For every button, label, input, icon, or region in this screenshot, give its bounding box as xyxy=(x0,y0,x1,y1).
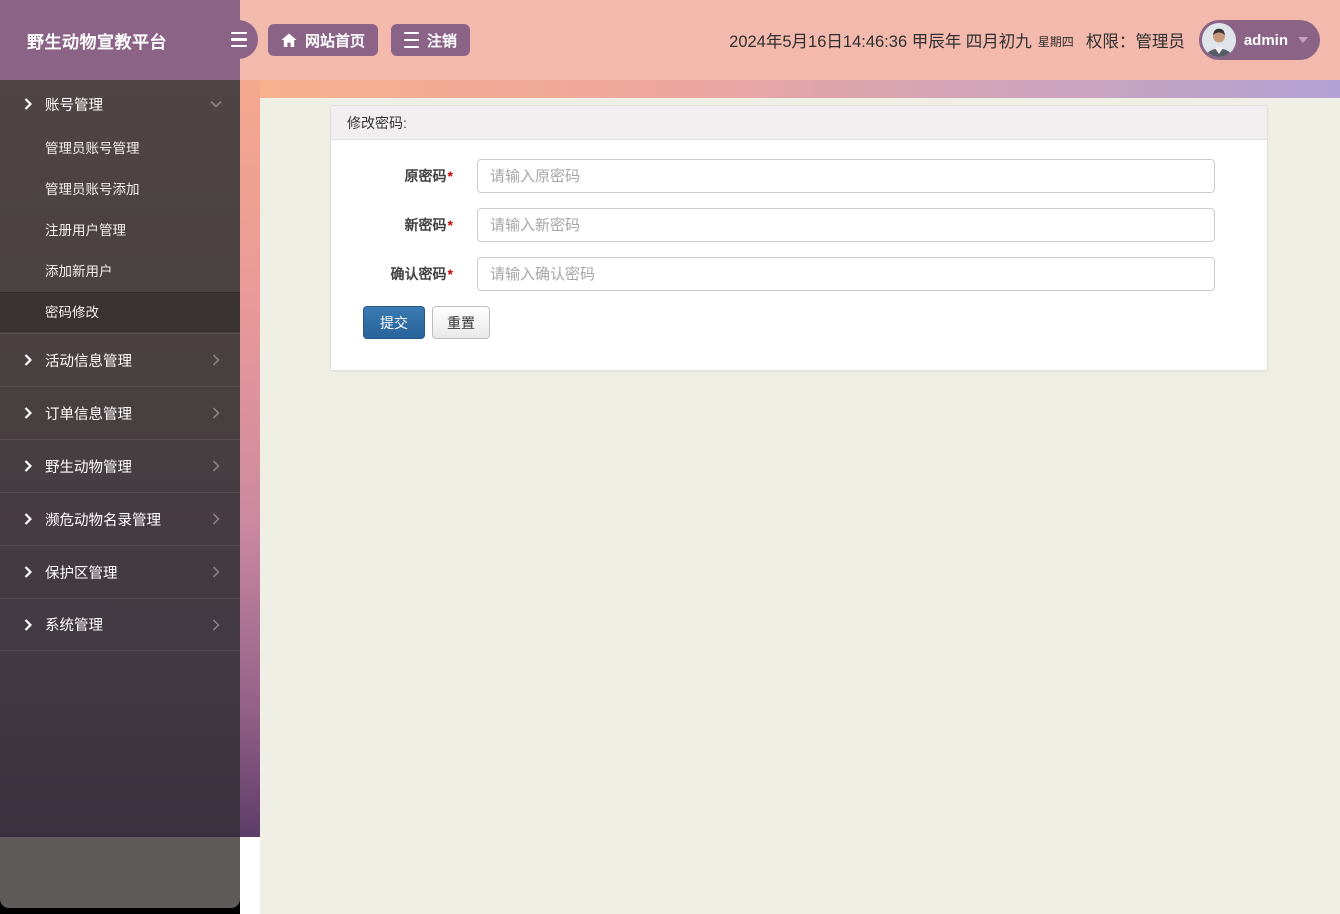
chevron-right-icon xyxy=(24,98,32,110)
sidebar-item-label: 野生动物管理 xyxy=(45,459,132,476)
chevron-right-icon xyxy=(24,354,32,366)
sidebar-item-add-new-user[interactable]: 添加新用户 xyxy=(0,251,240,292)
sidebar-logo-header: 野生动物宣教平台 xyxy=(0,0,240,80)
new-password-input[interactable] xyxy=(477,208,1215,242)
submit-button[interactable]: 提交 xyxy=(363,306,425,339)
sidebar-item-account-management[interactable]: 账号管理 xyxy=(0,80,240,128)
form-buttons: 提交 重置 xyxy=(363,306,1215,339)
account-submenu: 管理员账号管理 管理员账号添加 注册用户管理 添加新用户 密码修改 xyxy=(0,128,240,333)
sidebar-item-change-password[interactable]: 密码修改 xyxy=(0,292,240,333)
left-column-footer-gray xyxy=(0,837,240,908)
confirm-password-input[interactable] xyxy=(477,257,1215,291)
sidebar-item-order-info-management[interactable]: 订单信息管理 xyxy=(0,386,240,439)
list-icon xyxy=(404,30,420,50)
chevron-right-icon xyxy=(24,513,32,525)
old-password-label: 原密码* xyxy=(404,168,453,184)
screen: 网站首页 注销 2024年5月16日14:46:36 甲辰年 四月初九 星期四 … xyxy=(0,0,1340,914)
sidebar-item-reserve-management[interactable]: 保护区管理 xyxy=(0,545,240,598)
change-password-form: 原密码* 新密码* 确认密码* 提交 重置 xyxy=(331,140,1267,370)
chevron-right-icon xyxy=(24,618,32,631)
hamburger-icon xyxy=(230,29,247,49)
logout-button-label: 注销 xyxy=(427,32,458,50)
home-button[interactable]: 网站首页 xyxy=(268,24,379,56)
chevron-right-icon xyxy=(212,407,220,419)
home-icon xyxy=(281,33,297,48)
change-password-panel: 修改密码: 原密码* 新密码* 确认密码* 提交 重置 xyxy=(330,105,1268,371)
username-label: admin xyxy=(1243,31,1288,49)
required-asterisk: * xyxy=(447,168,453,184)
new-password-label: 新密码* xyxy=(404,217,453,233)
sidebar-item-label: 订单信息管理 xyxy=(45,406,132,423)
form-row: 原密码* xyxy=(347,159,1215,193)
home-button-label: 网站首页 xyxy=(305,32,366,50)
logout-button[interactable]: 注销 xyxy=(391,24,471,56)
form-row: 确认密码* xyxy=(347,257,1215,291)
top-navbar: 网站首页 注销 2024年5月16日14:46:36 甲辰年 四月初九 星期四 … xyxy=(240,0,1340,80)
weekday-text: 星期四 xyxy=(1037,34,1074,49)
sidebar-item-label: 保护区管理 xyxy=(45,565,118,582)
chevron-down-icon xyxy=(210,100,222,108)
chevron-right-icon xyxy=(212,354,220,366)
reset-button[interactable]: 重置 xyxy=(432,306,490,339)
header-right-area: 2024年5月16日14:46:36 甲辰年 四月初九 星期四 权限：管理员 a… xyxy=(729,20,1320,60)
chevron-right-icon xyxy=(24,566,32,578)
main-content: 修改密码: 原密码* 新密码* 确认密码* 提交 重置 xyxy=(260,98,1340,914)
sidebar-toggle-button[interactable] xyxy=(219,20,258,59)
chevron-right-icon xyxy=(212,513,220,525)
backdrop-gradient-top-strip xyxy=(260,80,1340,98)
chevron-right-icon xyxy=(212,566,220,578)
permission-text: 权限：管理员 xyxy=(1085,33,1185,51)
chevron-right-icon xyxy=(212,618,220,631)
sidebar-item-label: 濒危动物名录管理 xyxy=(45,512,161,529)
datetime-text: 2024年5月16日14:46:36 甲辰年 四月初九 xyxy=(729,33,1032,51)
backdrop-gradient-left-strip xyxy=(240,0,260,837)
app-title: 野生动物宣教平台 xyxy=(27,32,167,52)
required-asterisk: * xyxy=(447,266,453,282)
chevron-right-icon xyxy=(24,407,32,419)
sidebar-item-activity-info-management[interactable]: 活动信息管理 xyxy=(0,333,240,386)
required-asterisk: * xyxy=(447,217,453,233)
sidebar-item-system-management[interactable]: 系统管理 xyxy=(0,598,240,651)
sidebar-item-wildlife-management[interactable]: 野生动物管理 xyxy=(0,439,240,492)
confirm-password-label: 确认密码* xyxy=(390,266,453,282)
sidebar-item-registered-user-management[interactable]: 注册用户管理 xyxy=(0,210,240,251)
old-password-input[interactable] xyxy=(477,159,1215,193)
sidebar-item-admin-account-add[interactable]: 管理员账号添加 xyxy=(0,169,240,210)
sidebar-item-label: 活动信息管理 xyxy=(45,353,132,370)
user-menu[interactable]: admin xyxy=(1198,20,1320,60)
chevron-right-icon xyxy=(24,460,32,472)
sidebar: 账号管理 管理员账号管理 管理员账号添加 注册用户管理 添加新用户 密码修改 活… xyxy=(0,80,240,837)
chevron-right-icon xyxy=(212,460,220,472)
sidebar-item-label: 系统管理 xyxy=(45,618,103,634)
panel-title: 修改密码: xyxy=(331,106,1267,140)
sidebar-item-endangered-list-management[interactable]: 濒危动物名录管理 xyxy=(0,492,240,545)
avatar xyxy=(1201,23,1236,57)
sidebar-item-admin-account-management[interactable]: 管理员账号管理 xyxy=(0,128,240,169)
form-row: 新密码* xyxy=(347,208,1215,242)
sidebar-item-label: 账号管理 xyxy=(45,97,103,114)
caret-down-icon xyxy=(1298,37,1308,43)
